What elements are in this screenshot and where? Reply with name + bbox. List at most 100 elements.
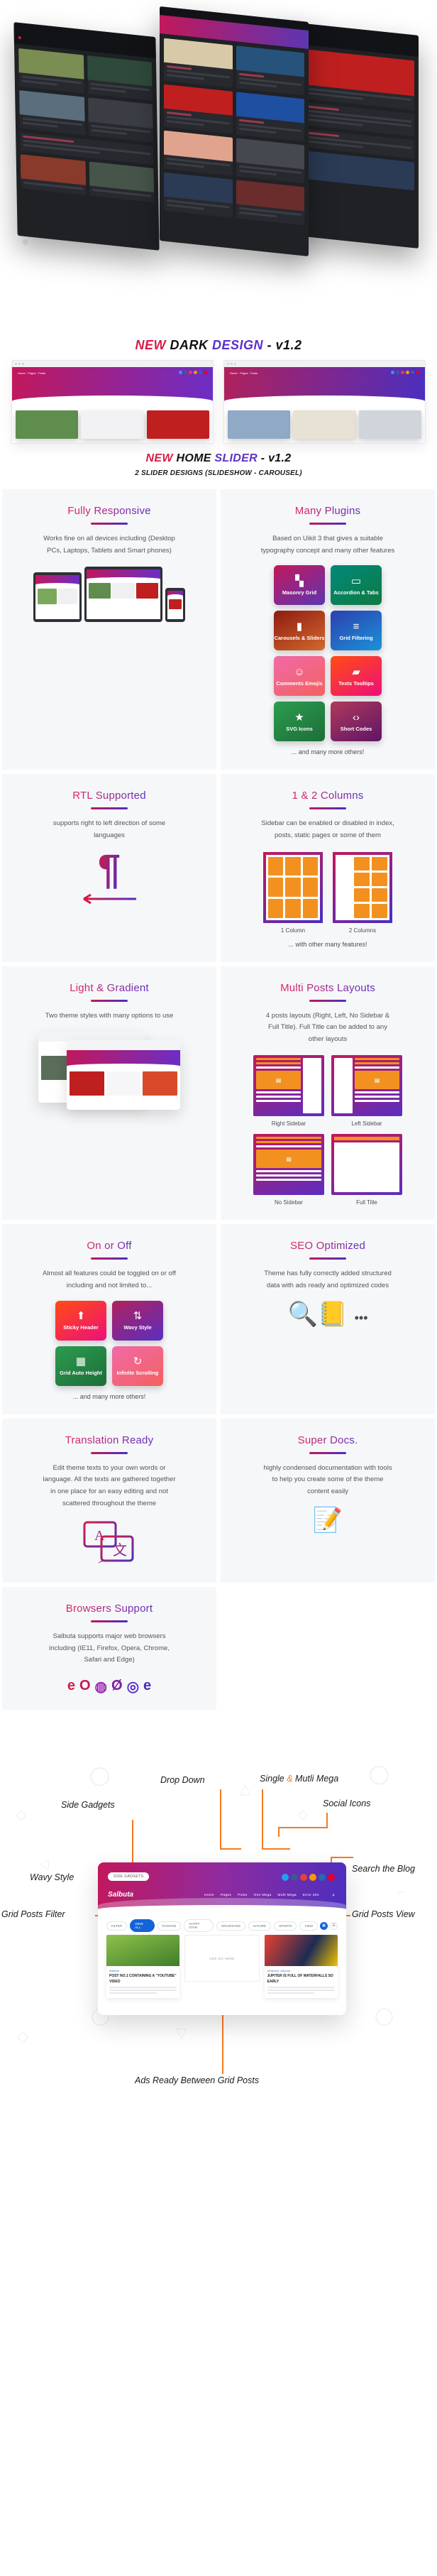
side-gadgets-button[interactable]: SIDE GADGETS: [108, 1872, 150, 1881]
toggle-tile-label: Sticky Header: [63, 1324, 99, 1331]
facebook-icon[interactable]: [291, 1874, 298, 1881]
plugin-tile[interactable]: ▮ Carousels & Sliders: [274, 611, 325, 651]
filter-chip-view-all[interactable]: VIEW ALL: [130, 1919, 155, 1932]
nav-item[interactable]: One Mega: [254, 1894, 272, 1897]
slider-section-heading: NEW HOME SLIDER - v1.2 2 SLIDER DESIGNS …: [0, 444, 437, 480]
title-rule: [91, 1620, 128, 1623]
nav-item[interactable]: Error 404: [303, 1894, 319, 1897]
plugin-tile[interactable]: ▰ Texts Tooltips: [331, 656, 382, 697]
browser-mockup: SIDE GADGETS Salbuta Home Pages Posts On…: [98, 1862, 346, 2015]
annotation-single-multi-mega: Single & Mutli Mega: [260, 1774, 338, 1784]
grid-view-controls: VIEW ▦ ☰: [299, 1921, 338, 1931]
star-icon: ★: [294, 711, 304, 724]
post-tag[interactable]: #Fashion, #Sports: [267, 1969, 335, 1972]
filter-chip[interactable]: MOUNTAINS: [216, 1921, 245, 1931]
feature-title: Many Plugins: [294, 505, 361, 517]
toggle-tile[interactable]: ↻ Infinite Scrolling: [112, 1346, 163, 1386]
feature-title: Translation Ready: [65, 1434, 154, 1446]
annotation-text: Mutli Mega: [292, 1774, 339, 1784]
feature-body: Edit theme texts to your own words or la…: [43, 1463, 176, 1507]
plugin-tile[interactable]: ☺ Comments Emojis: [274, 656, 325, 697]
feature-body: Two theme styles with many options to us…: [45, 1011, 174, 1020]
feature-body: Theme has fully correctly added structur…: [264, 1270, 392, 1289]
layouts-diagram: ▤ Right Sidebar ▤ Left Sidebar ▤ No Side…: [253, 1055, 402, 1206]
feature-body: Salbuta supports major web browsers incl…: [49, 1632, 170, 1664]
opera-icon: O: [79, 1678, 91, 1693]
social-icons-row[interactable]: [282, 1874, 335, 1881]
feature-translation-ready: Translation Ready Edit theme texts to yo…: [0, 1416, 218, 1586]
two-column-diagram: 2 Columns: [333, 851, 392, 934]
feature-title: Light & Gradient: [70, 981, 149, 994]
dark-mockup-center: [160, 6, 309, 257]
theme-styles-illustration: [38, 1032, 180, 1110]
plugin-tiles: ▚ Masonry Grid ▭ Accordion & Tabs ▮ Caro…: [274, 565, 382, 742]
filter-chip[interactable]: FASHION: [157, 1921, 182, 1931]
feature-rtl-supported: RTL Supported supports right to left dir…: [0, 772, 218, 964]
behance-icon[interactable]: [319, 1874, 326, 1881]
filter-chip[interactable]: SPORTS: [274, 1921, 297, 1931]
feature-body: Sidebar can be enabled or disabled in in…: [261, 819, 394, 839]
plugin-tile[interactable]: ★ SVG Icons: [274, 702, 325, 742]
toggle-tile[interactable]: ⇅ Wavy Style: [112, 1300, 163, 1341]
slider-mock-nav: Home · Pages · Posts: [18, 371, 46, 375]
toggle-tile[interactable]: ⬆ Sticky Header: [55, 1300, 106, 1341]
view-button[interactable]: VIEW: [299, 1921, 318, 1931]
filter-chip[interactable]: NATURE: [248, 1921, 272, 1931]
post-thumbnail: [106, 1935, 180, 1966]
google-plus-icon[interactable]: [300, 1874, 307, 1881]
rss-icon[interactable]: [309, 1874, 316, 1881]
plugin-tile[interactable]: ▭ Accordion & Tabs: [331, 565, 382, 606]
feature-multi-posts-layouts: Multi Posts Layouts 4 posts layouts (Rig…: [218, 964, 437, 1223]
filter-chip[interactable]: HAPPY STAR: [184, 1919, 214, 1932]
plugin-tile[interactable]: ≡ Grid Filtering: [331, 611, 382, 651]
hero-title-part: DARK: [170, 338, 212, 352]
layout-caption: Left Sidebar: [351, 1120, 382, 1128]
feature-footer: ... and many more others!: [291, 748, 365, 756]
grid-filter-bar: FILTER VIEW ALL FASHION HAPPY STAR MOUNT…: [98, 1914, 346, 1935]
annotation-social-icons: Social Icons: [323, 1799, 371, 1808]
nav-item[interactable]: Posts: [238, 1894, 248, 1897]
hero-mockups: ◇ ● ◻ ⌐: [0, 0, 437, 334]
chat-bubble-icon: ▰: [352, 666, 360, 679]
pinterest-icon[interactable]: [328, 1874, 335, 1881]
diagram-caption: 1 Column: [280, 927, 306, 934]
brand-logo[interactable]: Salbuta: [108, 1891, 133, 1899]
filter-button[interactable]: FILTER: [106, 1921, 128, 1931]
gradient-header: SIDE GADGETS Salbuta Home Pages Posts On…: [98, 1862, 346, 1914]
twitter-icon[interactable]: [282, 1874, 289, 1881]
nav-item[interactable]: Pages: [221, 1894, 231, 1897]
feature-many-plugins: Many Plugins Based on Uikit 3 that gives…: [218, 487, 437, 773]
feature-title: Browsers Support: [65, 1603, 153, 1615]
view-list-icon[interactable]: ☰: [330, 1921, 338, 1930]
pilcrow-icon: ¶: [97, 846, 121, 893]
posts-grid: #Nature POST NO.1 CONTAINING A "YOUTUBE"…: [98, 1935, 346, 1998]
feature-grid: Fully Responsive Works fine on all devic…: [0, 487, 437, 1712]
main-nav[interactable]: Home Pages Posts One Mega Multi Mega Err…: [204, 1894, 319, 1897]
arrow-up-bar-icon: ⬆: [76, 1310, 86, 1323]
nav-item[interactable]: Home: [204, 1894, 214, 1897]
slider-preview-carousel: Home · Pages · Posts: [223, 360, 426, 444]
layout-no-sidebar: ▤ No Sidebar: [253, 1134, 324, 1206]
nav-item[interactable]: Multi Mega: [277, 1894, 296, 1897]
plugin-tile[interactable]: ‹› Short Codes: [331, 702, 382, 742]
post-card[interactable]: #Nature POST NO.1 CONTAINING A "YOUTUBE"…: [106, 1935, 180, 1998]
post-title[interactable]: JUPITER IS FULL OF WATERFALLS SO EARLY: [267, 1974, 335, 1985]
view-grid-icon[interactable]: ▦: [320, 1921, 328, 1930]
layout-caption: No Sidebar: [274, 1199, 304, 1206]
feature-title: RTL Supported: [72, 790, 146, 802]
plugin-tile-label: Accordion & Tabs: [333, 589, 379, 596]
toggle-tile[interactable]: ▦ Grid Auto Height: [55, 1346, 106, 1386]
post-title[interactable]: POST NO.1 CONTAINING A "YOUTUBE" VIDEO: [109, 1974, 177, 1985]
annotation-text: Single: [260, 1774, 287, 1784]
layout-full-title: Full Title: [331, 1134, 402, 1206]
plugin-tile-label: Comments Emojis: [276, 680, 323, 687]
leader-line: [262, 1789, 263, 1850]
feature-body: Almost all features could be toggled on …: [43, 1270, 176, 1289]
post-tag[interactable]: #Nature: [109, 1969, 177, 1972]
feature-title: SEO Optimized: [290, 1240, 365, 1252]
search-icon[interactable]: ⌕: [332, 1893, 335, 1899]
plugin-tile[interactable]: ▚ Masonry Grid: [274, 565, 325, 606]
refresh-icon: ↻: [133, 1355, 143, 1368]
post-card[interactable]: #Fashion, #Sports JUPITER IS FULL OF WAT…: [264, 1935, 338, 1998]
folder-icon: ▭: [350, 575, 362, 588]
